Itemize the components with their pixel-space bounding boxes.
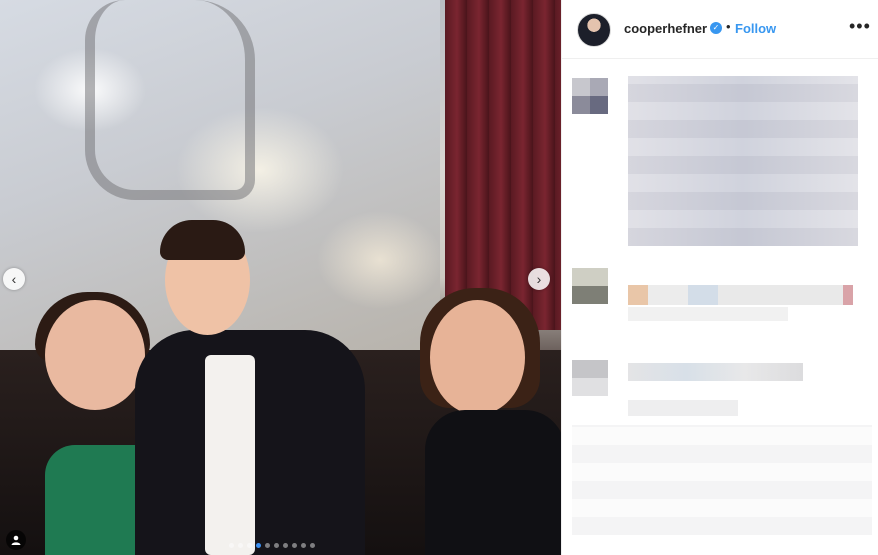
blurred-avatar	[572, 78, 608, 114]
blurred-comment-meta	[628, 400, 738, 416]
blurred-avatar	[572, 360, 608, 396]
person-right-face	[430, 300, 525, 415]
verified-badge-icon: ✓	[710, 22, 722, 34]
person-right-body	[425, 410, 561, 555]
follow-button[interactable]: Follow	[735, 21, 776, 36]
blurred-comment-meta	[628, 307, 788, 321]
person-left-face	[45, 300, 145, 410]
blurred-caption	[628, 76, 858, 246]
person-center-hair	[160, 220, 245, 260]
carousel-prev-button[interactable]: ‹	[3, 268, 25, 290]
carousel-dot	[256, 543, 261, 548]
carousel-dot	[292, 543, 297, 548]
post-sidebar: cooperhefner ✓ • Follow •••	[561, 0, 878, 555]
carousel-dot	[310, 543, 315, 548]
user-tag-button[interactable]	[6, 530, 26, 550]
carousel-dot	[229, 543, 234, 548]
chevron-right-icon: ›	[536, 271, 542, 287]
carousel-dot	[283, 543, 288, 548]
chevron-left-icon: ‹	[11, 271, 17, 287]
carousel-dot	[247, 543, 252, 548]
carousel-dot	[265, 543, 270, 548]
carousel-dot	[301, 543, 306, 548]
person-center-shirt	[205, 355, 255, 555]
post-photo[interactable]: ‹ ›	[0, 0, 561, 555]
blurred-comment-section	[572, 425, 872, 535]
blurred-comment	[628, 285, 853, 305]
wall-logo	[85, 0, 255, 200]
header-separator: •	[726, 19, 731, 34]
carousel-indicator	[229, 543, 315, 548]
more-options-button[interactable]: •••	[849, 16, 871, 37]
user-tag-icon	[11, 535, 21, 545]
carousel-dot	[274, 543, 279, 548]
avatar[interactable]	[577, 13, 611, 47]
carousel-dot	[238, 543, 243, 548]
carousel-next-button[interactable]: ›	[528, 268, 550, 290]
post-header: cooperhefner ✓ • Follow •••	[562, 0, 878, 59]
blurred-comment	[628, 363, 803, 381]
blurred-avatar	[572, 268, 608, 304]
username-link[interactable]: cooperhefner	[624, 21, 707, 36]
